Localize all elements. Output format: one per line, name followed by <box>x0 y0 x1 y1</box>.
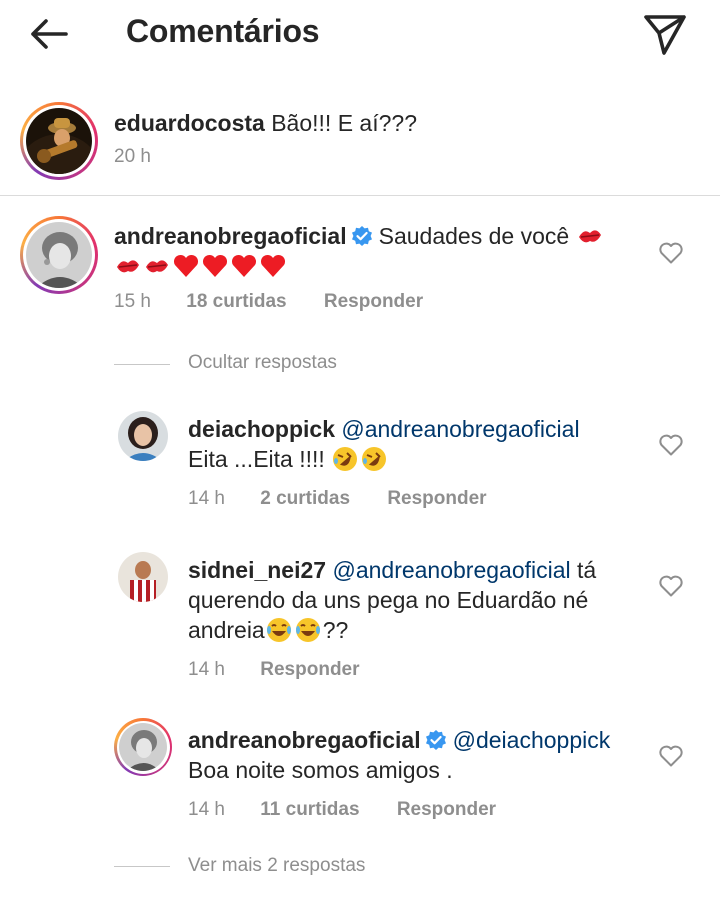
heart-outline-icon <box>659 575 683 597</box>
mention-link[interactable]: @deiachoppick <box>453 727 611 753</box>
red-heart-emoji <box>202 254 228 277</box>
heart-outline-icon <box>659 745 683 767</box>
comment-username[interactable]: andreanobregaoficial <box>114 223 347 249</box>
avatar-story-ring[interactable] <box>20 216 98 294</box>
arrow-left-icon <box>31 19 68 49</box>
avatar[interactable] <box>118 552 168 602</box>
avatar-story-ring[interactable] <box>20 102 98 180</box>
mention-link[interactable]: @andreanobregaoficial <box>332 557 570 583</box>
rofl-emoji <box>333 447 358 471</box>
caption-comment: eduardocosta Bão!!! E aí??? 20 h <box>114 108 674 168</box>
red-heart-emoji <box>260 254 286 277</box>
mention-link[interactable]: @andreanobregaoficial <box>341 416 579 442</box>
comment-text: Saudades de você <box>378 223 570 249</box>
comment-text: tá <box>577 557 597 583</box>
comment-text: Boa noite somos amigos . <box>188 757 453 783</box>
avatar-story-ring[interactable] <box>114 718 172 776</box>
header: Comentários <box>0 0 720 70</box>
emoji-row <box>114 253 288 279</box>
kiss-emoji <box>117 260 139 273</box>
kiss-emoji <box>146 260 168 273</box>
like-button[interactable] <box>658 241 684 265</box>
like-count[interactable]: 2 curtidas <box>260 488 350 509</box>
comment-time: 20 h <box>114 146 151 167</box>
hide-replies-button[interactable]: Ocultar respostas <box>188 352 337 374</box>
tears-of-joy-emoji <box>295 618 320 642</box>
like-button[interactable] <box>658 574 684 598</box>
comment-text: Bão!!! E aí??? <box>271 110 417 136</box>
verified-badge-icon <box>351 226 372 246</box>
comment-username[interactable]: andreanobregaoficial <box>188 727 421 753</box>
reply-comment: andreanobregaoficial @deiachoppick Boa no… <box>188 725 648 821</box>
rofl-emoji <box>362 447 387 471</box>
red-heart-emoji <box>173 254 199 277</box>
reply-comment: deiachoppick @andreanobregaoficial Eita … <box>188 414 648 510</box>
comment-username[interactable]: sidnei_nei27 <box>188 557 326 583</box>
divider <box>0 195 720 196</box>
thread-line <box>114 866 170 867</box>
comment-time: 14 h <box>188 488 225 509</box>
view-more-replies-button[interactable]: Ver mais 2 respostas <box>188 855 365 877</box>
heart-outline-icon <box>659 434 683 456</box>
like-count[interactable]: 11 curtidas <box>260 799 359 820</box>
reply-comment: sidnei_nei27 @andreanobregaoficial tá qu… <box>188 555 648 681</box>
tears-of-joy-emoji <box>266 618 291 642</box>
paper-plane-icon <box>644 15 686 55</box>
thread-line <box>114 364 170 365</box>
comment-time: 14 h <box>188 799 225 820</box>
avatar <box>119 723 167 771</box>
reply-button[interactable]: Responder <box>387 488 486 509</box>
comment-username[interactable]: eduardocosta <box>114 110 265 136</box>
comment-time: 15 h <box>114 291 151 312</box>
verified-badge-icon <box>425 730 446 750</box>
like-count[interactable]: 18 curtidas <box>186 291 286 312</box>
comment-text: querendo da uns pega no Eduardão né <box>188 587 589 613</box>
heart-outline-icon <box>659 242 683 264</box>
comment-username[interactable]: deiachoppick <box>188 416 335 442</box>
kiss-emoji <box>576 223 605 249</box>
reply-button[interactable]: Responder <box>324 291 423 312</box>
comment-text: Eita ...Eita !!!! <box>188 446 325 472</box>
comment-time: 14 h <box>188 659 225 680</box>
share-button[interactable] <box>642 12 688 58</box>
avatar <box>26 108 92 174</box>
reply-button[interactable]: Responder <box>397 799 496 820</box>
comment-text: andreia <box>188 617 265 643</box>
page-title: Comentários <box>126 13 320 49</box>
comment: andreanobregaoficial Saudades de você 15 … <box>114 221 644 313</box>
reply-button[interactable]: Responder <box>260 659 359 680</box>
like-button[interactable] <box>658 744 684 768</box>
like-button[interactable] <box>658 433 684 457</box>
back-button[interactable] <box>26 14 72 54</box>
comment-text: ?? <box>322 617 349 643</box>
avatar <box>26 222 92 288</box>
avatar[interactable] <box>118 411 168 461</box>
red-heart-emoji <box>231 254 257 277</box>
